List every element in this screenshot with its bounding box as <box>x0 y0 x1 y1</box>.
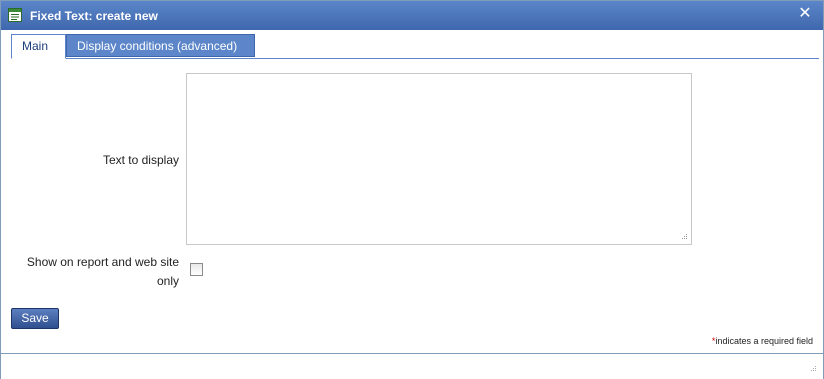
resize-grip-icon[interactable] <box>678 232 688 242</box>
tab-bar: Main Display conditions (advanced) <box>11 34 819 59</box>
form-icon <box>8 8 22 22</box>
text-to-display-label: Text to display <box>102 153 179 167</box>
text-to-display-input[interactable] <box>186 73 692 245</box>
close-icon[interactable]: ✕ <box>797 6 813 22</box>
window-resize-grip-icon[interactable] <box>807 364 817 374</box>
tab-main[interactable]: Main <box>11 34 66 59</box>
show-on-report-checkbox[interactable] <box>190 263 203 276</box>
footer-bar <box>1 353 823 379</box>
required-note-text: indicates a required field <box>715 336 813 346</box>
save-button[interactable]: Save <box>11 308 59 329</box>
dialog-title: Fixed Text: create new <box>30 9 158 23</box>
show-on-report-label: Show on report and web site only <box>26 255 179 288</box>
title-bar[interactable]: Fixed Text: create new ✕ <box>1 1 823 30</box>
dialog-window: Fixed Text: create new ✕ Main Display co… <box>0 0 824 379</box>
tab-display-conditions[interactable]: Display conditions (advanced) <box>66 34 255 57</box>
required-field-note: *indicates a required field <box>712 336 813 346</box>
